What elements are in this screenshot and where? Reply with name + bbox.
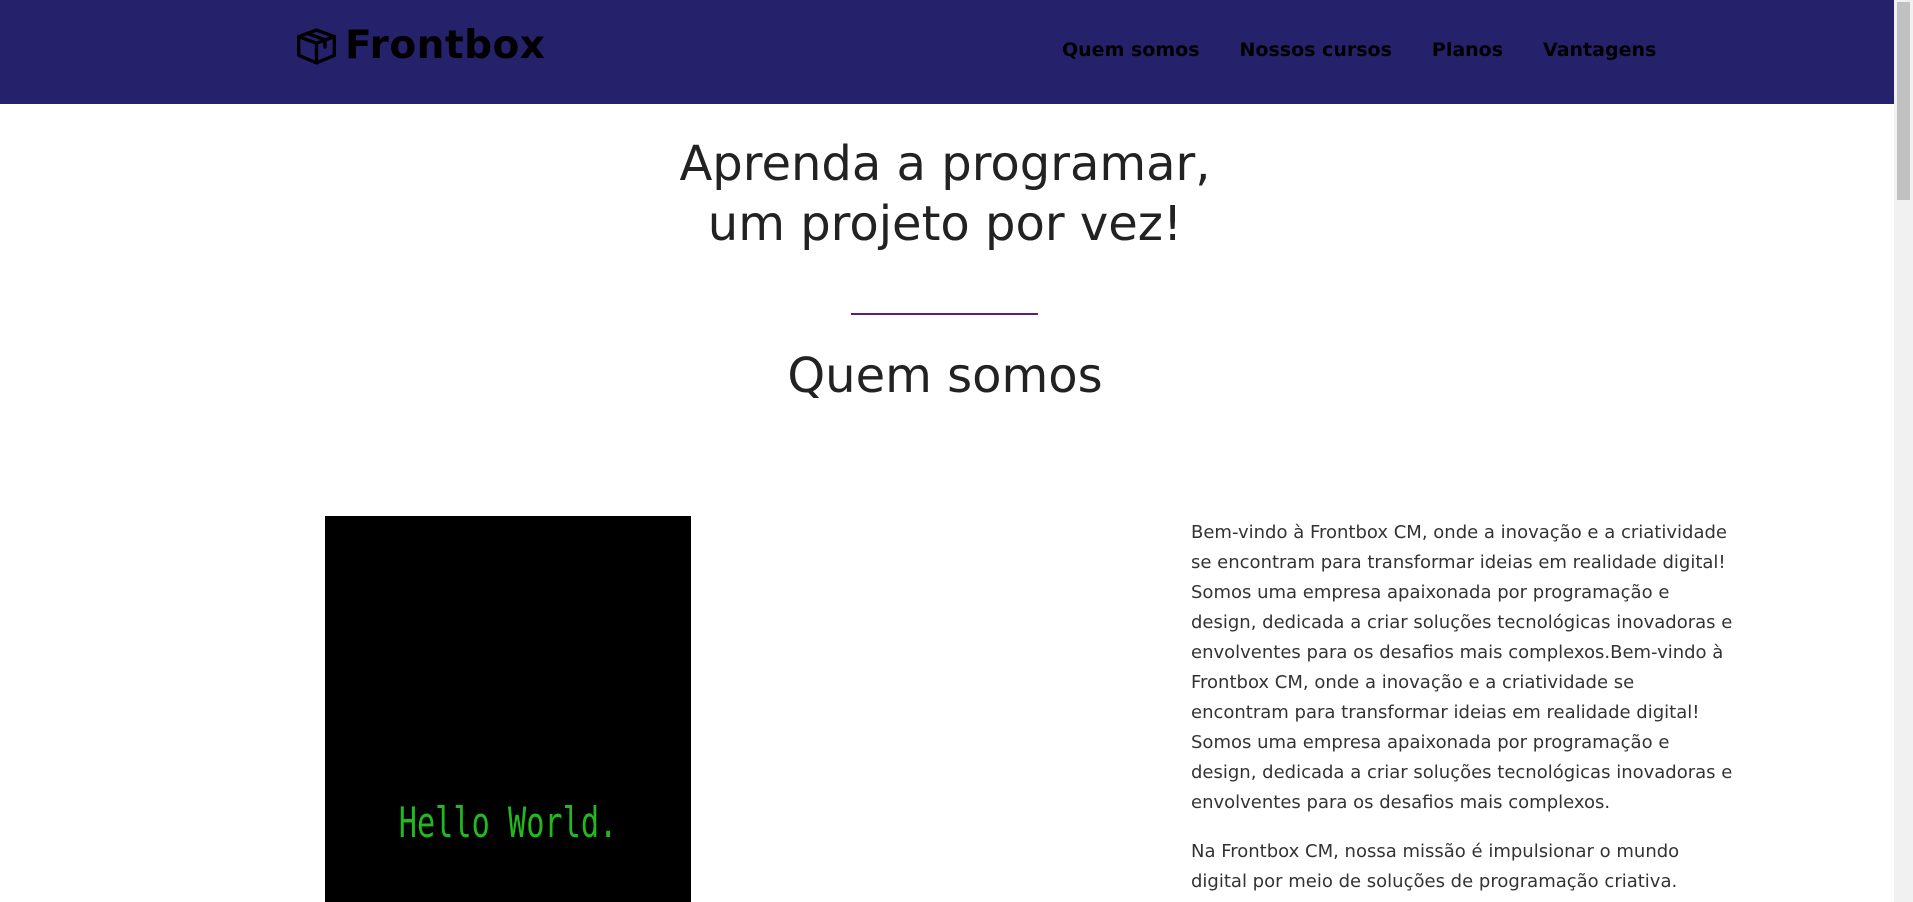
- brand-name: Frontbox: [345, 23, 546, 68]
- hello-world-image: Hello World.: [325, 516, 691, 902]
- navbar: Frontbox Quem somos Nossos cursos Planos…: [0, 0, 1894, 104]
- hello-world-text: Hello World.: [398, 798, 618, 847]
- scrollbar-thumb[interactable]: [1897, 2, 1910, 200]
- about-section-title: Quem somos: [787, 348, 1103, 404]
- nav-link-vantagens[interactable]: Vantagens: [1543, 38, 1656, 62]
- vertical-scrollbar[interactable]: [1894, 0, 1913, 902]
- section-divider: [851, 313, 1038, 315]
- hero-title-line-1: Aprenda a programar,: [679, 136, 1211, 192]
- about-paragraph-2: Na Frontbox CM, nossa missão é impulsion…: [1191, 841, 1680, 892]
- box-icon: [297, 28, 336, 65]
- about-text: Bem-vindo à Frontbox CM, onde a inovação…: [1191, 518, 1733, 902]
- main-nav: Quem somos Nossos cursos Planos Vantagen…: [1062, 38, 1656, 62]
- hero-title-line-2: um projeto por vez!: [707, 196, 1183, 252]
- about-paragraph-1: Bem-vindo à Frontbox CM, onde a inovação…: [1191, 522, 1733, 813]
- nav-link-planos[interactable]: Planos: [1432, 38, 1503, 62]
- nav-link-nossos-cursos[interactable]: Nossos cursos: [1240, 38, 1392, 62]
- brand-logo[interactable]: Frontbox: [294, 26, 545, 66]
- nav-link-quem-somos[interactable]: Quem somos: [1062, 38, 1200, 62]
- page: Frontbox Quem somos Nossos cursos Planos…: [0, 0, 1913, 902]
- hero-title: Aprenda a programar, um projeto por vez!: [0, 134, 1890, 254]
